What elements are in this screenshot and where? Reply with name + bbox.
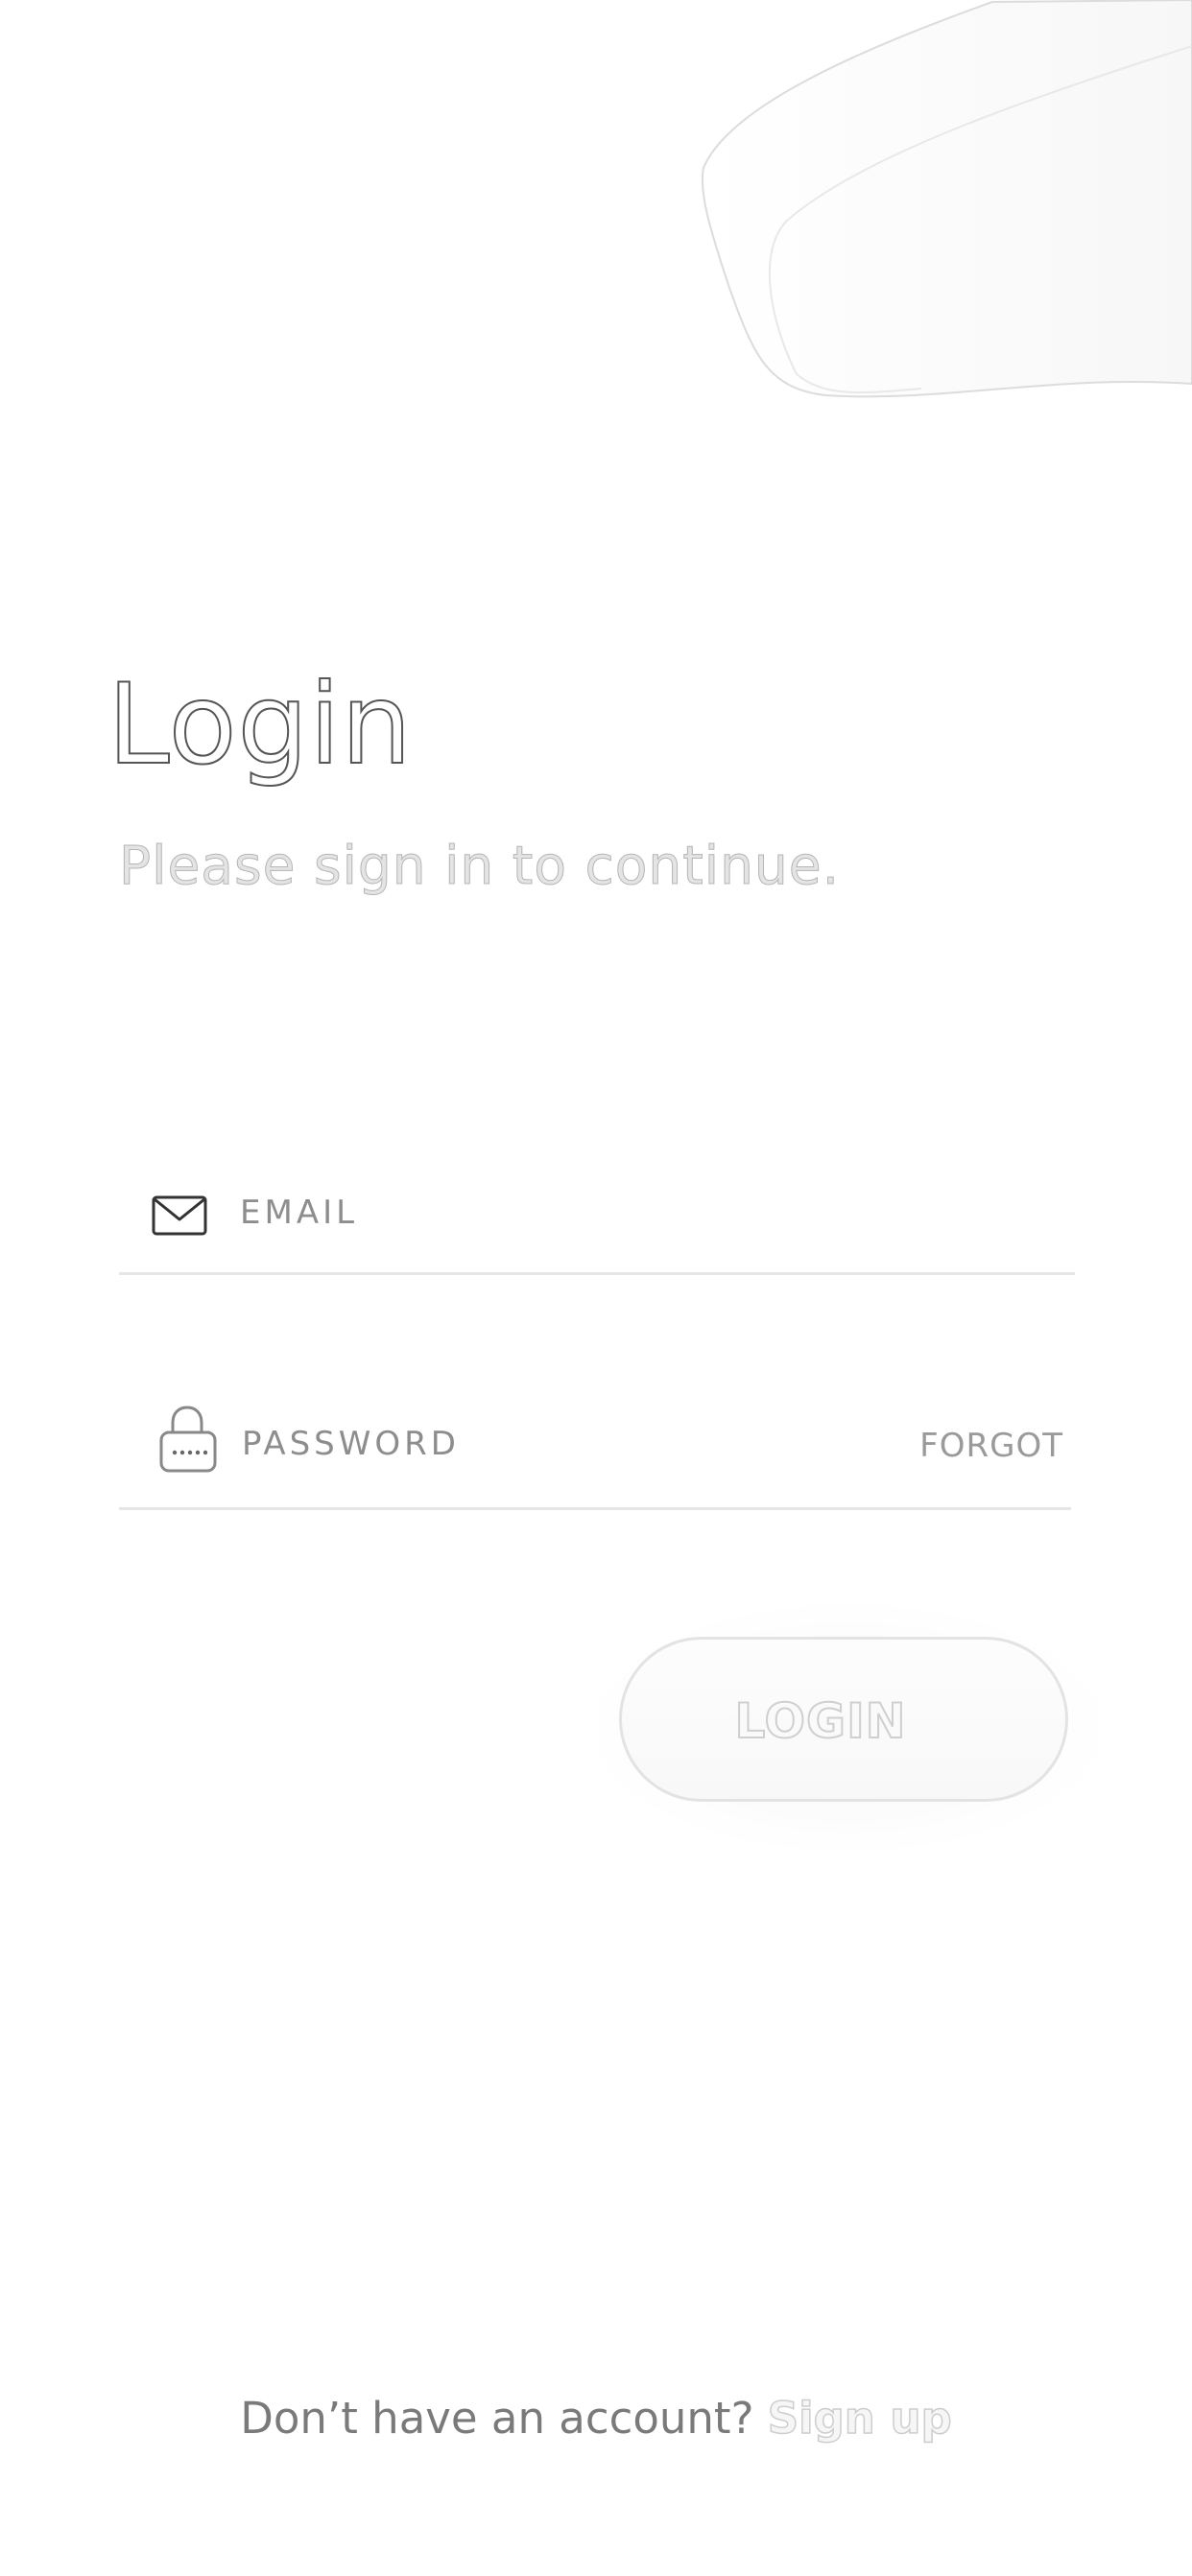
page-title: Login: [107, 659, 413, 791]
decorative-background-shape: [701, 0, 1192, 398]
signup-prompt: Don’t have an account? Sign up: [0, 2385, 1192, 2452]
password-placeholder: PASSWORD: [242, 1425, 460, 1463]
signup-prompt-text: Don’t have an account?: [240, 2393, 754, 2444]
email-field[interactable]: EMAIL: [119, 1167, 1075, 1275]
signup-link[interactable]: Sign up: [767, 2392, 953, 2445]
envelope-icon: [148, 1184, 211, 1247]
login-button-label: LOGIN: [733, 1692, 907, 1750]
page-subtitle: Please sign in to continue.: [118, 835, 841, 897]
password-field[interactable]: PASSWORD FORGOT: [119, 1402, 1071, 1510]
email-placeholder: EMAIL: [240, 1193, 359, 1232]
login-button[interactable]: LOGIN: [619, 1637, 1068, 1802]
lock-icon: [155, 1402, 219, 1473]
forgot-password-link[interactable]: FORGOT: [919, 1425, 1063, 1467]
